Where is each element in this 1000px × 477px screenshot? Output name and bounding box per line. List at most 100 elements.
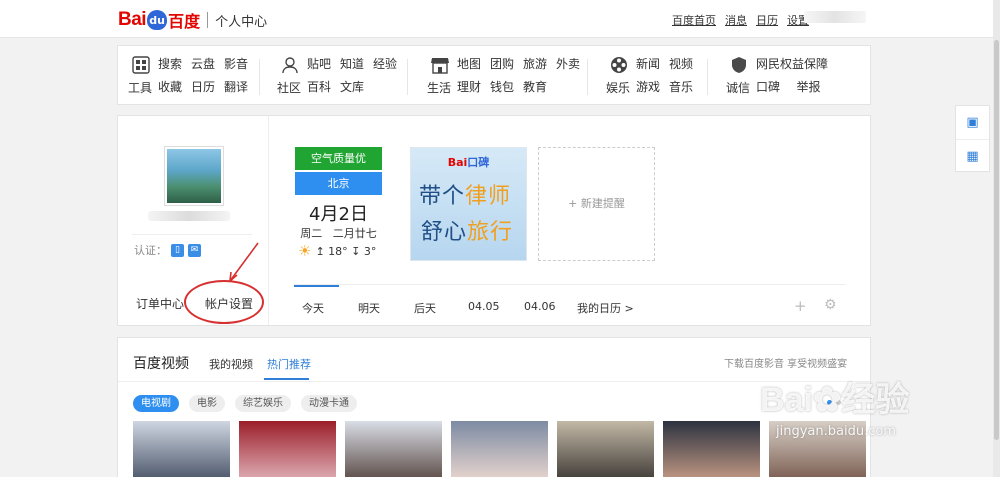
nav-group-label[interactable]: 生活 xyxy=(427,79,451,96)
baidu-video-panel: 百度视频 我的视频 热门推荐 下载百度影音 享受视频盛宴 电视剧 电影 综艺娱乐… xyxy=(117,337,871,477)
top-links: 百度首页 消息 日历 设置 xyxy=(672,12,809,28)
tab-day-after[interactable]: 后天 xyxy=(414,300,436,316)
nav-divider xyxy=(407,59,408,95)
nav-group-label[interactable]: 娱乐 xyxy=(606,79,630,96)
nav-link-news[interactable]: 新闻 xyxy=(636,55,660,72)
weather-row: ☀ ↥ 18° ↧ 3° xyxy=(298,242,376,260)
column-divider xyxy=(268,116,269,325)
nav-link-travel[interactable]: 旅游 xyxy=(523,55,547,72)
nav-group-label[interactable]: 诚信 xyxy=(726,79,750,96)
grid-icon[interactable] xyxy=(130,56,152,77)
shop-icon[interactable] xyxy=(429,56,451,77)
video-thumbnail[interactable] xyxy=(557,421,654,477)
nav-link-report[interactable]: 举报 xyxy=(797,78,829,95)
username-blurred[interactable] xyxy=(804,11,866,23)
tab-my-videos[interactable]: 我的视频 xyxy=(209,356,253,372)
person-icon[interactable] xyxy=(279,56,301,77)
scrollbar[interactable] xyxy=(993,0,1000,477)
nav-link-zhidao[interactable]: 知道 xyxy=(340,55,364,72)
gear-icon[interactable]: ⚙ xyxy=(824,297,837,313)
nav-divider xyxy=(259,59,260,95)
logo-bai-text: Bai xyxy=(118,9,147,30)
nav-link-favorites[interactable]: 收藏 xyxy=(158,78,182,95)
temperature: ↥ 18° ↧ 3° xyxy=(315,244,377,258)
nav-link-music[interactable]: 音乐 xyxy=(669,78,693,95)
ad-line-1a: 带个 xyxy=(419,184,466,209)
divider xyxy=(132,234,252,235)
nav-link-map[interactable]: 地图 xyxy=(457,55,481,72)
ad-line-1: 带个律师 xyxy=(419,178,511,210)
nav-link-groupbuy[interactable]: 团购 xyxy=(490,55,514,72)
shield-icon[interactable] xyxy=(728,56,750,77)
divider xyxy=(118,381,870,382)
avatar[interactable] xyxy=(164,146,224,206)
tab-0406[interactable]: 04.06 xyxy=(524,300,556,313)
scrollbar-thumb[interactable] xyxy=(994,40,999,440)
nav-link-calendar[interactable]: 日历 xyxy=(191,78,215,95)
nav-link-cloud[interactable]: 云盘 xyxy=(191,55,215,72)
add-icon[interactable]: + xyxy=(794,297,807,315)
pill-tv[interactable]: 电视剧 xyxy=(133,395,179,412)
profile-calendar-panel: 认证： ▯ ✉ 订单中心 帐户设置 空气质量优 北京 4月2日 周二 二月廿七 … xyxy=(117,115,871,326)
video-title: 百度视频 xyxy=(133,356,189,372)
nav-link-wenku[interactable]: 文库 xyxy=(340,78,364,95)
nav-link-media[interactable]: 影音 xyxy=(224,55,248,72)
today-date: 4月2日 xyxy=(309,204,368,225)
watermark-brand: Bai xyxy=(760,381,813,419)
tab-today[interactable]: 今天 xyxy=(302,300,324,316)
order-center-link[interactable]: 订单中心 xyxy=(136,295,184,312)
nav-link-video[interactable]: 视频 xyxy=(669,55,693,72)
calendar-link[interactable]: 日历 xyxy=(756,12,778,28)
video-thumbnail[interactable] xyxy=(133,421,230,477)
film-reel-icon[interactable] xyxy=(608,56,630,77)
services-nav: 工具 搜索 云盘 影音 收藏 日历 翻译 社区 贴吧 知道 经验 百科 文库 生… xyxy=(117,45,871,105)
video-thumbnail[interactable] xyxy=(451,421,548,477)
tab-my-calendar[interactable]: 我的日历 > xyxy=(577,300,634,316)
weekday-lunar: 周二 二月廿七 xyxy=(295,225,382,241)
nav-link-takeout[interactable]: 外卖 xyxy=(556,55,580,72)
air-quality-badge[interactable]: 空气质量优 xyxy=(295,147,382,170)
weekday: 周二 xyxy=(300,227,323,240)
feedback-icon[interactable]: ▣ xyxy=(956,106,989,139)
phone-icon[interactable]: ▯ xyxy=(171,243,184,257)
pill-anime[interactable]: 动漫卡通 xyxy=(301,395,357,412)
avatar-image xyxy=(167,149,221,203)
nav-link-translate[interactable]: 翻译 xyxy=(224,78,248,95)
apps-grid-icon[interactable]: ▦ xyxy=(956,139,989,172)
nav-link-finance[interactable]: 理财 xyxy=(457,78,481,95)
floating-sidebar: ▣ ▦ xyxy=(955,105,990,172)
nav-group-label[interactable]: 社区 xyxy=(277,79,301,96)
download-player-link[interactable]: 下载百度影音 享受视频盛宴 xyxy=(724,355,847,370)
messages-link[interactable]: 消息 xyxy=(725,12,747,28)
pill-movie[interactable]: 电影 xyxy=(189,395,225,412)
tab-hot[interactable]: 热门推荐 xyxy=(267,356,311,372)
watermark-url: jingyan.baidu.com xyxy=(776,424,896,439)
lunar-date: 二月廿七 xyxy=(332,227,377,240)
sun-icon: ☀ xyxy=(298,242,312,260)
nav-link-rights[interactable]: 网民权益保障 xyxy=(756,55,828,72)
nav-group-label[interactable]: 工具 xyxy=(128,79,152,96)
new-reminder-button[interactable]: + 新建提醒 xyxy=(538,147,655,261)
baidu-logo[interactable]: Bai du 百度 个人中心 xyxy=(118,7,267,33)
video-thumbnail[interactable] xyxy=(345,421,442,477)
nav-link-jingyan[interactable]: 经验 xyxy=(373,55,397,72)
nav-divider xyxy=(587,59,588,95)
tab-0405[interactable]: 04.05 xyxy=(468,300,500,313)
koubei-ad-banner[interactable]: Bai口碑 带个律师 舒心旅行 xyxy=(410,147,527,261)
video-thumbnail[interactable] xyxy=(239,421,336,477)
nav-link-koubei[interactable]: 口碑 xyxy=(756,78,788,95)
nav-link-tieba[interactable]: 贴吧 xyxy=(307,55,331,72)
video-thumbnail[interactable] xyxy=(663,421,760,477)
pill-variety[interactable]: 综艺娱乐 xyxy=(235,395,291,412)
home-link[interactable]: 百度首页 xyxy=(672,12,716,28)
city-badge[interactable]: 北京 xyxy=(295,172,382,195)
nav-link-search[interactable]: 搜索 xyxy=(158,55,182,72)
nav-link-education[interactable]: 教育 xyxy=(523,78,547,95)
tab-tomorrow[interactable]: 明天 xyxy=(358,300,380,316)
email-icon[interactable]: ✉ xyxy=(188,243,201,257)
nav-link-wallet[interactable]: 钱包 xyxy=(490,78,514,95)
ad-logo-bai: Bai xyxy=(447,156,468,169)
nav-link-games[interactable]: 游戏 xyxy=(636,78,660,95)
active-tab-indicator xyxy=(294,285,339,287)
nav-link-baike[interactable]: 百科 xyxy=(307,78,331,95)
